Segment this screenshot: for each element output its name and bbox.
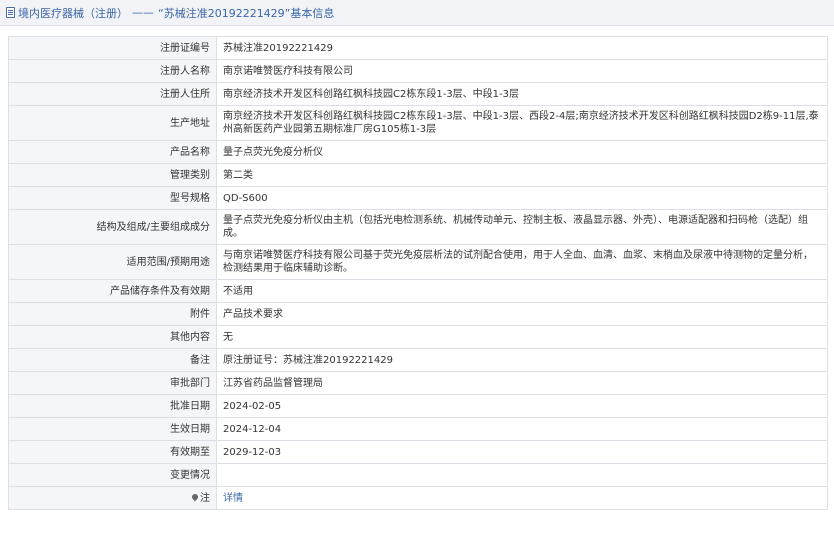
row-label: 管理类别: [8, 163, 217, 187]
row-label: 产品储存条件及有效期: [8, 279, 217, 303]
table-row: 注册人住所 南京经济技术开发区科创路红枫科技园C2栋东段1-3层、中段1-3层: [8, 82, 828, 106]
row-label: 注册人名称: [8, 59, 217, 83]
details-link[interactable]: 详情: [223, 493, 243, 504]
row-value: 详情: [216, 486, 828, 510]
row-value: 量子点荧光免疫分析仪由主机（包括光电检测系统、机械传动单元、控制主板、液晶显示器…: [216, 209, 828, 245]
table-row: 注 详情: [8, 486, 828, 510]
row-value: 南京经济技术开发区科创路红枫科技园C2栋东段1-3层、中段1-3层: [216, 82, 828, 106]
row-label: 审批部门: [8, 371, 217, 395]
row-label: 有效期至: [8, 440, 217, 464]
row-label: 变更情况: [8, 463, 217, 487]
row-value: 2024-12-04: [216, 417, 828, 441]
row-label: 适用范围/预期用途: [8, 244, 217, 280]
table-row: 审批部门 江苏省药品监督管理局: [8, 371, 828, 395]
table-row: 产品名称 量子点荧光免疫分析仪: [8, 140, 828, 164]
row-value: 与南京诺唯赞医疗科技有限公司基于荧光免疫层析法的试剂配合使用，用于人全血、血清、…: [216, 244, 828, 280]
table-row: 适用范围/预期用途 与南京诺唯赞医疗科技有限公司基于荧光免疫层析法的试剂配合使用…: [8, 244, 828, 280]
row-label: 批准日期: [8, 394, 217, 418]
table-row: 注册证编号 苏械注准20192221429: [8, 36, 828, 60]
breadcrumb-separator: ——: [132, 6, 154, 19]
table-row: 变更情况: [8, 463, 828, 487]
table-row: 其他内容 无: [8, 325, 828, 349]
table-row: 注册人名称 南京诺唯赞医疗科技有限公司: [8, 59, 828, 83]
table-row: 型号规格 QD-S600: [8, 186, 828, 210]
table-row: 生效日期 2024-12-04: [8, 417, 828, 441]
row-label: 注: [200, 492, 210, 504]
row-label: 附件: [8, 302, 217, 326]
note-label-cell: 注: [8, 486, 217, 510]
row-value: 不适用: [216, 279, 828, 303]
row-value: 苏械注准20192221429: [216, 36, 828, 60]
row-value: 江苏省药品监督管理局: [216, 371, 828, 395]
row-label: 结构及组成/主要组成成分: [8, 209, 217, 245]
row-label: 备注: [8, 348, 217, 372]
row-value: 2024-02-05: [216, 394, 828, 418]
record-title: “苏械注准20192221429”基本信息: [158, 6, 335, 20]
table-row: 有效期至 2029-12-03: [8, 440, 828, 464]
row-label: 型号规格: [8, 186, 217, 210]
registration-info-table: 注册证编号 苏械注准20192221429 注册人名称 南京诺唯赞医疗科技有限公…: [8, 36, 828, 510]
row-label: 生产地址: [8, 105, 217, 141]
row-label: 生效日期: [8, 417, 217, 441]
row-label: 产品名称: [8, 140, 217, 164]
page-header: 境内医疗器械（注册） —— “苏械注准20192221429”基本信息: [0, 0, 834, 26]
row-value: 2029-12-03: [216, 440, 828, 464]
table-row: 产品储存条件及有效期 不适用: [8, 279, 828, 303]
table-row: 备注 原注册证号：苏械注准20192221429: [8, 348, 828, 372]
breadcrumb-root[interactable]: 境内医疗器械（注册）: [18, 5, 128, 21]
row-value: 南京诺唯赞医疗科技有限公司: [216, 59, 828, 83]
row-value: 第二类: [216, 163, 828, 187]
row-value: 产品技术要求: [216, 302, 828, 326]
row-value: QD-S600: [216, 186, 828, 210]
pin-icon: [190, 492, 200, 501]
row-value: 量子点荧光免疫分析仪: [216, 140, 828, 164]
document-icon: [6, 7, 15, 18]
row-label: 注册人住所: [8, 82, 217, 106]
table-row: 批准日期 2024-02-05: [8, 394, 828, 418]
table-row: 生产地址 南京经济技术开发区科创路红枫科技园C2栋东段1-3层、中段1-3层、西…: [8, 105, 828, 141]
row-label: 其他内容: [8, 325, 217, 349]
table-row: 结构及组成/主要组成成分 量子点荧光免疫分析仪由主机（包括光电检测系统、机械传动…: [8, 209, 828, 245]
table-row: 附件 产品技术要求: [8, 302, 828, 326]
row-value: 南京经济技术开发区科创路红枫科技园C2栋东段1-3层、中段1-3层、西段2-4层…: [216, 105, 828, 141]
row-value: [216, 463, 828, 487]
table-row: 管理类别 第二类: [8, 163, 828, 187]
row-value: 无: [216, 325, 828, 349]
row-value: 原注册证号：苏械注准20192221429: [216, 348, 828, 372]
row-label: 注册证编号: [8, 36, 217, 60]
